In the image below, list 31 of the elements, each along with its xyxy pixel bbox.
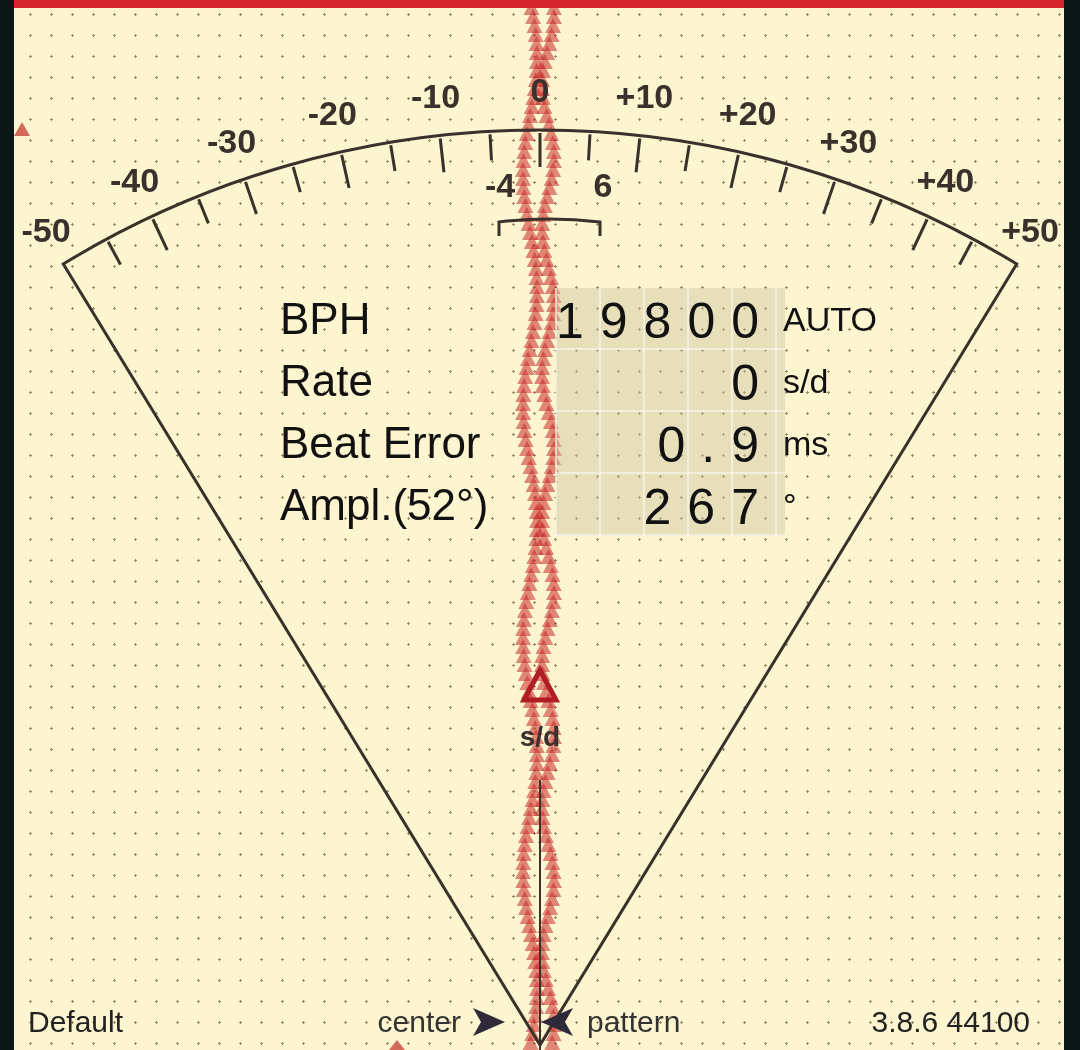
beat-scale-label: -4: [484, 166, 516, 204]
readout-value: 267: [555, 474, 785, 536]
pattern-label[interactable]: pattern: [587, 1005, 681, 1039]
scale-label: -30: [207, 122, 257, 161]
triangle-icon: [14, 122, 30, 136]
scale-label: 0: [530, 71, 550, 109]
triangle-icon: [389, 1040, 405, 1050]
scale-label: -20: [307, 93, 357, 132]
readout-label: Beat Error: [280, 418, 482, 468]
scale-label: +10: [615, 76, 674, 115]
readout-unit: AUTO: [782, 299, 878, 339]
center-label[interactable]: center: [377, 1005, 461, 1039]
scale-label: +20: [718, 93, 777, 132]
scale-label: -10: [410, 76, 461, 115]
readout-label: Ampl.(52°): [280, 480, 490, 530]
scale-label: -50: [21, 210, 71, 249]
profile-label: Default: [28, 1005, 124, 1039]
readout-value: 0: [555, 350, 785, 412]
scale-label: +50: [1001, 210, 1059, 249]
readout-label: BPH: [280, 294, 372, 344]
scale-label: +30: [819, 122, 878, 161]
readout-unit: ms: [782, 423, 830, 463]
version-label: 3.8.6 44100: [871, 1005, 1030, 1039]
scale-label: -40: [110, 161, 160, 200]
beat-scale-label: 6: [593, 166, 613, 204]
readout-value: 0.9: [555, 412, 785, 474]
delta-marker-icon: [519, 664, 561, 703]
readout-unit: °: [782, 485, 798, 525]
readout-label: Rate: [280, 356, 374, 406]
scale-label: +40: [916, 161, 975, 200]
readout-unit: s/d: [782, 361, 830, 401]
